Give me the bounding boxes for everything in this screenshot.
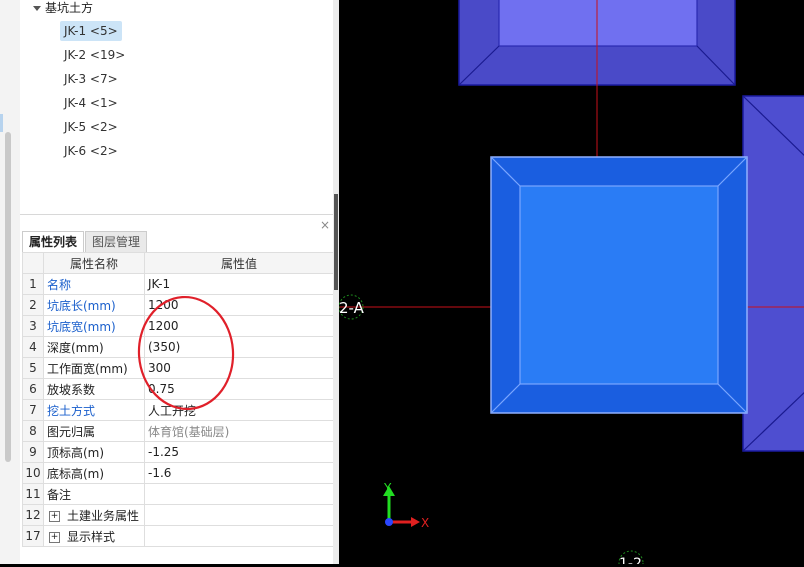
property-row[interactable]: 3 坑底宽(mm) 1200 bbox=[22, 315, 334, 337]
left-scrollbar[interactable] bbox=[5, 132, 11, 462]
splitter-grip[interactable] bbox=[334, 194, 338, 290]
axis-label-12: 1-2 bbox=[619, 556, 642, 564]
column-header-name: 属性名称 bbox=[43, 252, 145, 274]
property-row[interactable]: 5 工作面宽(mm) 300 bbox=[22, 357, 334, 379]
row-number: 17 bbox=[22, 525, 44, 547]
property-value[interactable]: 体育馆(基础层) bbox=[144, 420, 334, 442]
property-name: 名称 bbox=[43, 273, 145, 295]
property-value[interactable]: 1200 bbox=[144, 315, 334, 337]
property-group-label: 土建业务属性 bbox=[67, 508, 140, 523]
row-number: 9 bbox=[22, 441, 44, 463]
property-value[interactable]: JK-1 bbox=[144, 273, 334, 295]
property-row[interactable]: 7 挖土方式 人工开挖 bbox=[22, 399, 334, 421]
property-value[interactable]: -1.25 bbox=[144, 441, 334, 463]
property-value[interactable]: 1200 bbox=[144, 294, 334, 316]
component-tree: 基坑土方 JK-1 <5> JK-2 <19> JK-3 <7> JK-4 <1> JK… bbox=[20, 0, 333, 215]
properties-tabs: 属性列表 图层管理 bbox=[22, 231, 148, 252]
tree-item[interactable]: JK-6 <2> bbox=[60, 141, 122, 161]
property-name: 工作面宽(mm) bbox=[43, 357, 145, 379]
row-number: 12 bbox=[22, 504, 44, 526]
property-value[interactable]: (350) bbox=[144, 336, 334, 358]
property-name: 图元归属 bbox=[43, 420, 145, 442]
property-value[interactable]: 0.75 bbox=[144, 378, 334, 400]
row-number: 2 bbox=[22, 294, 44, 316]
property-name: 挖土方式 bbox=[43, 399, 145, 421]
property-row[interactable]: 4 深度(mm) (350) bbox=[22, 336, 334, 358]
tree-item[interactable]: JK-5 <2> bbox=[60, 117, 122, 137]
row-number: 7 bbox=[22, 399, 44, 421]
row-number: 1 bbox=[22, 273, 44, 295]
tab-layer-management[interactable]: 图层管理 bbox=[85, 231, 148, 252]
row-number: 11 bbox=[22, 483, 44, 505]
property-value[interactable]: 人工开挖 bbox=[144, 399, 334, 421]
axis-x-label: X bbox=[421, 516, 429, 530]
property-name: 底标高(m) bbox=[43, 462, 145, 484]
pit-selected[interactable] bbox=[490, 156, 748, 414]
property-name: 顶标高(m) bbox=[43, 441, 145, 463]
property-group-label: 显示样式 bbox=[67, 529, 116, 544]
tree-item[interactable]: JK-4 <1> bbox=[60, 93, 122, 113]
tree-root-label: 基坑土方 bbox=[45, 1, 94, 15]
property-name: 备注 bbox=[43, 483, 145, 505]
property-value[interactable]: 300 bbox=[144, 357, 334, 379]
property-name: 坑底宽(mm) bbox=[43, 315, 145, 337]
row-number: 8 bbox=[22, 420, 44, 442]
property-row[interactable]: 6 放坡系数 0.75 bbox=[22, 378, 334, 400]
property-name: + 显示样式 bbox=[43, 525, 145, 547]
tree-item[interactable]: JK-3 <7> bbox=[60, 69, 122, 89]
tab-property-list[interactable]: 属性列表 bbox=[22, 231, 85, 252]
property-row[interactable]: 12 + 土建业务属性 bbox=[22, 504, 334, 526]
pit-right[interactable] bbox=[742, 95, 804, 452]
row-number: 3 bbox=[22, 315, 44, 337]
property-row[interactable]: 1 名称 JK-1 bbox=[22, 273, 334, 295]
expand-caret-icon[interactable] bbox=[33, 5, 41, 11]
property-row[interactable]: 9 顶标高(m) -1.25 bbox=[22, 441, 334, 463]
close-icon[interactable]: × bbox=[320, 219, 330, 231]
axis-y-label: Y bbox=[383, 481, 392, 495]
expand-plus-icon[interactable]: + bbox=[49, 531, 60, 543]
tree-item[interactable]: JK-1 <5> bbox=[60, 21, 122, 41]
property-row[interactable]: 2 坑底长(mm) 1200 bbox=[22, 294, 334, 316]
property-name: 坑底长(mm) bbox=[43, 294, 145, 316]
tree-root-foundation-pit[interactable]: 基坑土方 bbox=[33, 0, 93, 16]
tree-item[interactable]: JK-2 <19> bbox=[60, 45, 129, 65]
drawing-canvas[interactable]: 2-A 1-2 Y X bbox=[338, 0, 804, 567]
row-number-header bbox=[22, 252, 44, 274]
property-value[interactable] bbox=[144, 525, 334, 547]
property-name: 放坡系数 bbox=[43, 378, 145, 400]
property-value[interactable] bbox=[144, 504, 334, 526]
left-dock-strip bbox=[0, 0, 20, 564]
property-value[interactable] bbox=[144, 483, 334, 505]
component-panel: 基坑土方 JK-1 <5> JK-2 <19> JK-3 <7> JK-4 <1> JK… bbox=[20, 0, 334, 564]
row-number: 6 bbox=[22, 378, 44, 400]
property-grid: 属性名称 属性值 1 名称 JK-1 2 坑底长(mm) 1200 3 坑底宽(mm) 1200… bbox=[22, 252, 334, 547]
property-row[interactable]: 11 备注 bbox=[22, 483, 334, 505]
row-number: 5 bbox=[22, 357, 44, 379]
column-header-value: 属性值 bbox=[144, 252, 334, 274]
row-number: 4 bbox=[22, 336, 44, 358]
row-number: 10 bbox=[22, 462, 44, 484]
property-row[interactable]: 17 + 显示样式 bbox=[22, 525, 334, 547]
expand-plus-icon[interactable]: + bbox=[49, 510, 60, 522]
property-name: 深度(mm) bbox=[43, 336, 145, 358]
property-row[interactable]: 10 底标高(m) -1.6 bbox=[22, 462, 334, 484]
property-name: + 土建业务属性 bbox=[43, 504, 145, 526]
axis-label-2A: 2-A bbox=[339, 299, 365, 317]
dock-selection-marker bbox=[0, 114, 3, 132]
property-row[interactable]: 8 图元归属 体育馆(基础层) bbox=[22, 420, 334, 442]
property-value[interactable]: -1.6 bbox=[144, 462, 334, 484]
property-grid-header: 属性名称 属性值 bbox=[22, 252, 334, 274]
